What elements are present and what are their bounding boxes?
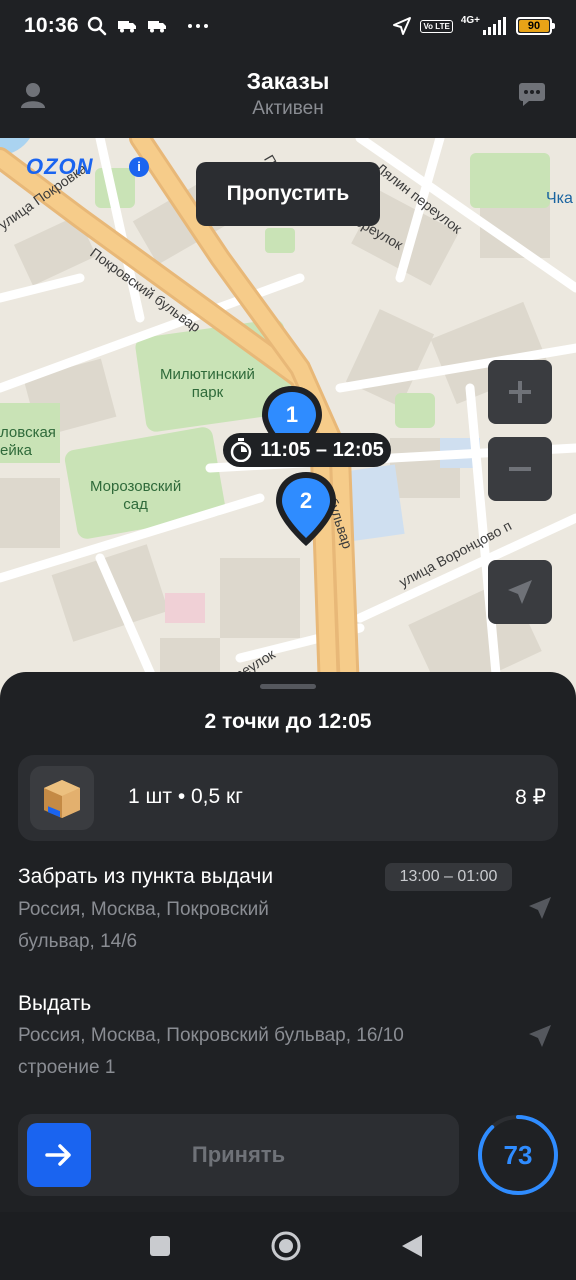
ozon-logo: OZON <box>26 154 94 179</box>
status-subtitle: Активен <box>252 98 324 119</box>
cargo-card[interactable]: 1 шт • 0,5 кг 8 ₽ <box>18 755 558 841</box>
accept-label: Принять <box>191 1142 286 1167</box>
metro-label: Чка <box>546 190 573 207</box>
skip-button[interactable]: Пропустить <box>196 162 380 226</box>
pin-number: 1 <box>285 402 299 427</box>
status-bar: 10:36 Vo LTE 4G+ 90 <box>0 0 576 52</box>
pickup-title: Забрать из пункта выдачи <box>18 865 274 888</box>
screen: 10:36 Vo LTE 4G+ 90 Заказы Активен улица… <box>0 0 576 1280</box>
chat-icon[interactable] <box>518 80 546 108</box>
search-icon <box>87 16 107 36</box>
back-triangle-icon <box>402 1235 422 1257</box>
my-location-button[interactable] <box>488 560 552 624</box>
network-type: 4G+ <box>460 14 480 26</box>
package-icon <box>30 766 94 830</box>
cargo-price: 8 ₽ <box>515 786 546 809</box>
location-arrow-icon <box>393 17 412 35</box>
navigate-pickup-icon[interactable] <box>527 895 553 921</box>
map-pin-2[interactable]: 2 <box>273 470 339 550</box>
battery-level: 90 <box>519 20 549 32</box>
battery-icon: 90 <box>516 17 555 35</box>
more-dots-icon <box>187 24 208 28</box>
pin-number: 2 <box>299 488 313 513</box>
order-sheet: 2 точки до 12:05 1 шт • 0,5 кг 8 ₽ Забра… <box>0 672 576 1212</box>
status-time: 10:36 <box>24 14 79 37</box>
volte-badge: Vo LTE <box>420 19 453 33</box>
sheet-handle[interactable] <box>260 684 316 689</box>
navigation-arrow-icon <box>508 580 532 604</box>
home-button[interactable] <box>269 1229 303 1263</box>
truck-icon <box>147 21 166 33</box>
time-window-chip: 11:05 – 12:05 <box>223 433 391 467</box>
status-right-icons: Vo LTE 4G+ 90 <box>392 14 555 36</box>
pickup-address: Россия, Москва, Покровский бульвар, 14/6 <box>18 899 269 952</box>
square-icon <box>150 1236 170 1256</box>
box-icon <box>44 780 80 818</box>
plus-icon <box>509 381 531 403</box>
accept-slider[interactable]: Принять <box>18 1114 459 1196</box>
cargo-quantity-weight: 1 шт • 0,5 кг <box>128 785 243 808</box>
pickup-time-badge: 13:00 – 01:00 <box>385 863 512 891</box>
navigate-delivery-icon[interactable] <box>527 1023 553 1049</box>
app-header: Заказы Активен <box>0 52 576 138</box>
page-title: Заказы <box>246 68 330 94</box>
park-label: ловская ейка <box>0 424 56 459</box>
park-label: Милютинский парк <box>160 366 255 401</box>
countdown-value: 73 <box>503 1139 533 1170</box>
zoom-out-button[interactable] <box>488 437 552 501</box>
back-button[interactable] <box>395 1229 429 1263</box>
minus-icon <box>509 467 531 471</box>
delivery-title: Выдать <box>18 992 92 1015</box>
truck-icon <box>117 21 136 33</box>
sheet-title: 2 точки до 12:05 <box>204 710 372 733</box>
park-label: Морозовский сад <box>90 478 182 513</box>
status-left-icons <box>87 16 209 36</box>
info-icon[interactable]: i <box>129 157 149 177</box>
signal-icon <box>483 17 506 35</box>
countdown-timer: 73 <box>476 1113 560 1197</box>
recents-button[interactable] <box>143 1229 177 1263</box>
delivery-address: Россия, Москва, Покровский бульвар, 16/1… <box>18 1025 404 1078</box>
map[interactable]: улица Покровка Покровский бульвар Лялин … <box>0 138 576 718</box>
system-nav-bar <box>0 1212 576 1280</box>
time-window-text: 11:05 – 12:05 <box>260 438 384 461</box>
home-circle-icon <box>271 1231 301 1261</box>
zoom-in-button[interactable] <box>488 360 552 424</box>
stopwatch-icon <box>231 438 252 462</box>
